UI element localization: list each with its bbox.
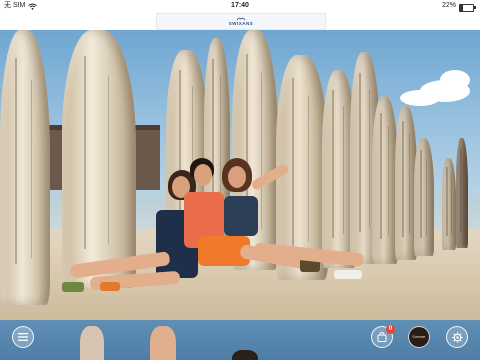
menu-icon [18,333,28,341]
leg [253,242,365,267]
profile-avatar-button[interactable]: Summer [408,326,430,348]
hero-banner-image[interactable] [0,30,480,320]
model-girl-left [60,170,198,300]
wooden-post [0,30,50,305]
shopping-bag-icon [377,332,387,342]
preview-image-person [80,326,104,360]
status-bar-right: 22% [441,0,476,12]
settings-button[interactable] [446,326,468,348]
shoe [100,282,120,291]
avatar-caption: Summer [412,335,426,339]
cart-badge: 0 [386,325,395,334]
brand-name: SWIXANS [228,21,254,26]
wooden-post [442,158,456,250]
status-time: 17:40 [231,2,249,9]
brand-logo: SWIXANS [229,17,254,26]
battery-fill [460,4,463,11]
face [228,166,246,188]
preview-image-person [150,326,176,360]
battery-percent: 22% [441,2,456,9]
model-girl-right [214,158,374,298]
shoe [334,270,362,279]
gear-icon [451,331,463,343]
menu-button[interactable] [12,326,34,348]
battery-icon [459,3,476,12]
wooden-post [456,138,468,248]
floral-top [224,196,258,236]
cloud [400,90,440,106]
preview-image-person [232,350,258,360]
cloud [440,70,470,90]
brand-logo-box[interactable]: SWIXANS [156,13,326,30]
status-bar: 无 SIM 17:40 22% [0,0,480,12]
bottom-toolbar: 0 Summer [0,320,480,360]
shoe [62,282,84,292]
arm [250,162,290,192]
wooden-post [414,138,434,256]
app-header: SWIXANS [0,12,480,30]
face [194,164,212,186]
